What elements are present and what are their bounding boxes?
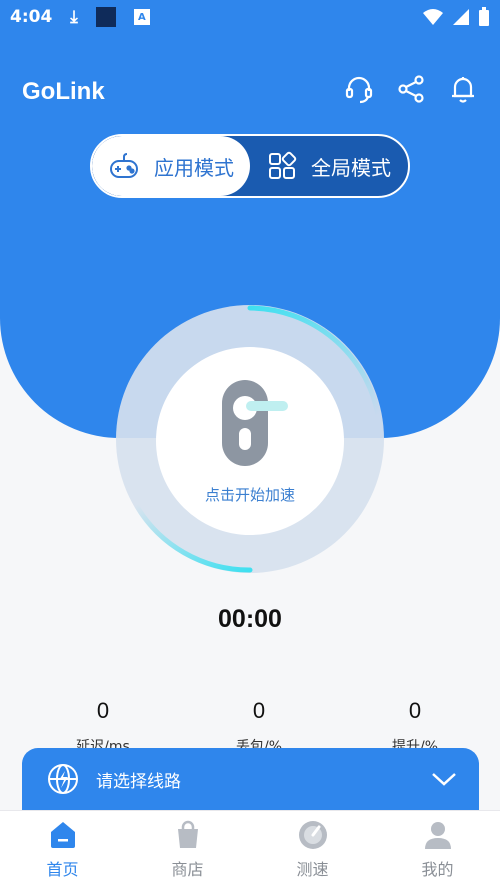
dial-label: 点击开始加速 <box>204 485 295 504</box>
stat-packet-loss: 0 丢包/% <box>204 698 314 750</box>
signal-icon <box>453 9 469 25</box>
status-time: 4:04 <box>10 7 53 27</box>
global-mode-button[interactable]: 全局模式 <box>250 136 408 196</box>
grid-apps-icon <box>269 151 297 179</box>
stat-latency: 0 延迟/ms <box>48 698 158 750</box>
shop-bag-icon <box>177 820 198 848</box>
user-icon <box>424 822 451 849</box>
elapsed-timer: 00:00 <box>218 605 282 633</box>
notification-square-icon <box>95 7 116 27</box>
bell-icon[interactable] <box>448 74 478 104</box>
app-mode-label: 应用模式 <box>154 155 234 180</box>
headset-icon[interactable] <box>344 74 374 104</box>
nav-home[interactable]: 首页 <box>0 811 125 889</box>
global-mode-label: 全局模式 <box>311 155 391 180</box>
nav-speedtest[interactable]: 测速 <box>250 811 375 889</box>
speedometer-icon <box>298 821 327 849</box>
start-accelerate-button[interactable]: 点击开始加速 <box>156 347 344 535</box>
route-placeholder: 请选择线路 <box>96 771 181 792</box>
stat-value: 0 <box>96 698 110 723</box>
accelerate-dial: 点击开始加速 <box>116 305 384 573</box>
header-actions <box>344 74 478 104</box>
share-icon[interactable] <box>396 74 426 104</box>
stat-value: 0 <box>408 698 422 723</box>
globe-bolt-icon <box>48 764 78 794</box>
app-title: GoLink <box>22 78 105 105</box>
nav-shop[interactable]: 商店 <box>125 811 250 889</box>
a-notification-icon: A <box>133 9 150 25</box>
chevron-down-icon <box>432 773 456 786</box>
status-bar: 4:04 ⤓ A <box>0 0 500 34</box>
nav-label: 商店 <box>171 860 204 879</box>
download-icon: ⤓ <box>70 7 78 27</box>
wifi-icon <box>423 9 443 25</box>
nav-label: 我的 <box>421 860 454 879</box>
app-mode-button[interactable]: 应用模式 <box>92 136 250 196</box>
nav-label: 首页 <box>46 860 79 879</box>
stat-value: 0 <box>252 698 266 723</box>
nav-profile[interactable]: 我的 <box>375 811 500 889</box>
home-icon <box>50 822 75 848</box>
switch-icon <box>222 379 288 466</box>
gamepad-icon <box>110 153 138 178</box>
stat-boost: 0 提升/% <box>360 698 470 750</box>
route-select-bar[interactable]: 请选择线路 <box>22 748 479 810</box>
bottom-navigation: 首页 商店 测速 我的 <box>0 810 500 889</box>
nav-label: 测速 <box>296 860 329 879</box>
stats-row: 0 延迟/ms 0 丢包/% 0 提升/% <box>0 698 500 750</box>
battery-icon <box>479 7 489 26</box>
mode-toggle: 应用模式 全局模式 <box>90 134 410 198</box>
